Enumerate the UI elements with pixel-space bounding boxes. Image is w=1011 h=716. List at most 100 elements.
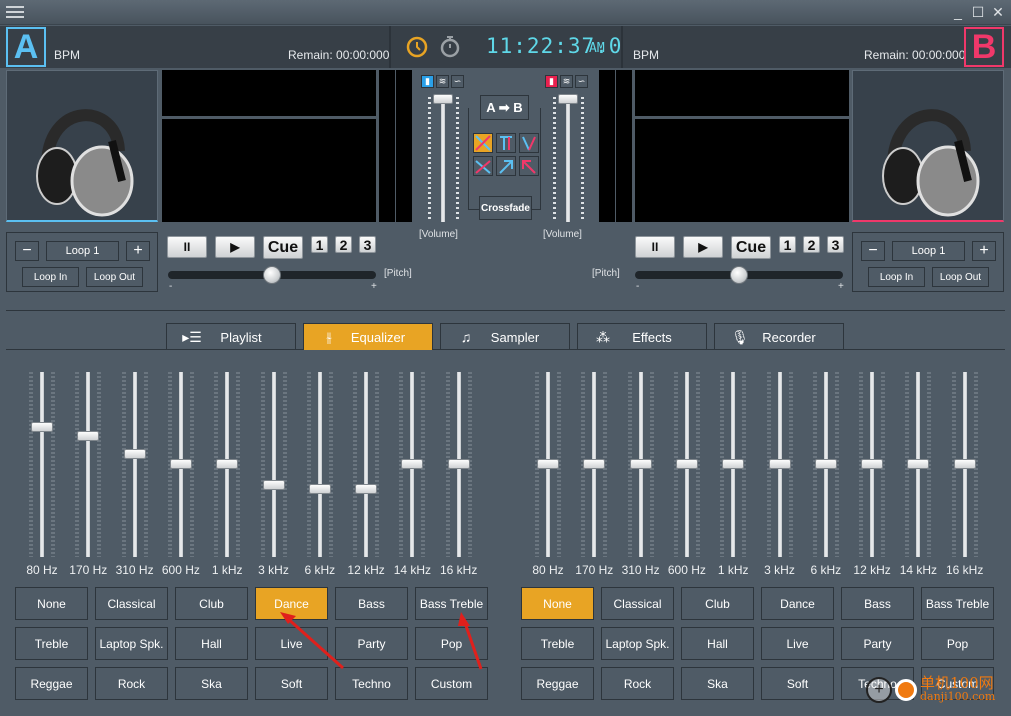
preset-a-ska[interactable]: Ska bbox=[175, 667, 248, 700]
preset-b-treble[interactable]: Treble bbox=[521, 627, 594, 660]
preset-a-none[interactable]: None bbox=[15, 587, 88, 620]
preset-b-live[interactable]: Live bbox=[761, 627, 834, 660]
preset-a-hall[interactable]: Hall bbox=[175, 627, 248, 660]
preset-a-party[interactable]: Party bbox=[335, 627, 408, 660]
deck-b-loop-plus[interactable]: + bbox=[972, 241, 996, 261]
deck-a-sync-icon[interactable]: ∽ bbox=[451, 75, 464, 88]
crossfade-curve-cross-icon[interactable] bbox=[473, 156, 493, 176]
eq-slider-b-9[interactable] bbox=[953, 458, 976, 469]
preset-a-classical[interactable]: Classical bbox=[95, 587, 168, 620]
preset-b-bass[interactable]: Bass bbox=[841, 587, 914, 620]
menu-icon[interactable] bbox=[6, 6, 24, 20]
eq-track-a-7[interactable] bbox=[364, 372, 369, 557]
deck-b-loop-out[interactable]: Loop Out bbox=[932, 267, 989, 287]
eq-slider-a-1[interactable] bbox=[77, 431, 100, 442]
deck-b-play-button[interactable]: ▶ bbox=[683, 236, 723, 258]
deck-a-loop-minus[interactable]: − bbox=[15, 241, 39, 261]
deck-b-sync-icon[interactable]: ∽ bbox=[575, 75, 588, 88]
volume-a-slider[interactable] bbox=[433, 94, 453, 104]
deck-a-cue-button[interactable]: Cue bbox=[263, 236, 303, 259]
preset-a-pop[interactable]: Pop bbox=[415, 627, 488, 660]
preset-a-custom[interactable]: Custom bbox=[415, 667, 488, 700]
deck-b-hotcue-3[interactable]: 3 bbox=[827, 236, 844, 253]
eq-slider-b-7[interactable] bbox=[861, 458, 884, 469]
preset-a-bass-treble[interactable]: Bass Treble bbox=[415, 587, 488, 620]
preset-a-rock[interactable]: Rock bbox=[95, 667, 168, 700]
preset-b-classical[interactable]: Classical bbox=[601, 587, 674, 620]
eq-track-a-2[interactable] bbox=[132, 372, 137, 557]
preset-b-laptop-spk[interactable]: Laptop Spk. bbox=[601, 627, 674, 660]
eq-track-a-0[interactable] bbox=[40, 372, 44, 557]
deck-a-loop-in[interactable]: Loop In bbox=[22, 267, 79, 287]
preset-b-club[interactable]: Club bbox=[681, 587, 754, 620]
preset-a-techno[interactable]: Techno bbox=[335, 667, 408, 700]
crossfade-curve-t-icon[interactable] bbox=[496, 133, 516, 153]
eq-slider-b-6[interactable] bbox=[814, 458, 837, 469]
deck-b-cue-button[interactable]: Cue bbox=[731, 236, 771, 259]
deck-a-loop-plus[interactable]: + bbox=[126, 241, 150, 261]
eq-slider-a-3[interactable] bbox=[169, 458, 192, 469]
eq-slider-b-5[interactable] bbox=[768, 458, 791, 469]
deck-b-waveform-icon[interactable]: ≋ bbox=[560, 75, 573, 88]
preset-b-bass-treble[interactable]: Bass Treble bbox=[921, 587, 994, 620]
deck-b-pause-button[interactable]: II bbox=[635, 236, 675, 258]
a-to-b-button[interactable]: A ➡ B bbox=[480, 95, 529, 120]
deck-b-pitch-knob[interactable] bbox=[730, 266, 748, 284]
eq-slider-b-2[interactable] bbox=[629, 458, 652, 469]
crossfade-curve-back-icon[interactable] bbox=[519, 156, 539, 176]
eq-slider-a-7[interactable] bbox=[355, 484, 378, 495]
deck-a-pitch-knob[interactable] bbox=[263, 266, 281, 284]
eq-slider-b-1[interactable] bbox=[583, 458, 606, 469]
deck-a-meter-bars-icon[interactable]: ▮ bbox=[421, 75, 434, 88]
tab-recorder[interactable]: 🎙 Recorder bbox=[714, 323, 844, 350]
eq-slider-b-4[interactable] bbox=[722, 458, 745, 469]
deck-a-hotcue-2[interactable]: 2 bbox=[335, 236, 352, 253]
deck-a-hotcue-3[interactable]: 3 bbox=[359, 236, 376, 253]
preset-b-party[interactable]: Party bbox=[841, 627, 914, 660]
eq-track-a-6[interactable] bbox=[317, 372, 322, 557]
volume-b-slider[interactable] bbox=[558, 94, 578, 104]
deck-b-loop-in[interactable]: Loop In bbox=[868, 267, 925, 287]
preset-b-soft[interactable]: Soft bbox=[761, 667, 834, 700]
stopwatch-icon[interactable] bbox=[439, 34, 461, 58]
eq-slider-a-9[interactable] bbox=[447, 458, 470, 469]
tab-effects[interactable]: ⁂ Effects bbox=[577, 323, 707, 350]
deck-a-overview-waveform[interactable] bbox=[162, 70, 376, 116]
eq-slider-b-0[interactable] bbox=[537, 458, 559, 469]
crossfade-curve-v-icon[interactable] bbox=[519, 133, 539, 153]
preset-b-none[interactable]: None bbox=[521, 587, 594, 620]
deck-b-loop-minus[interactable]: − bbox=[861, 241, 885, 261]
deck-a-hotcue-1[interactable]: 1 bbox=[311, 236, 328, 253]
preset-b-pop[interactable]: Pop bbox=[921, 627, 994, 660]
preset-a-bass[interactable]: Bass bbox=[335, 587, 408, 620]
deck-b-overview-waveform[interactable] bbox=[635, 70, 849, 116]
tab-equalizer[interactable]: ⫳ Equalizer bbox=[303, 323, 433, 350]
eq-slider-a-8[interactable] bbox=[401, 458, 424, 469]
eq-slider-a-4[interactable] bbox=[216, 458, 239, 469]
eq-slider-a-2[interactable] bbox=[123, 449, 146, 460]
deck-a-loop-out[interactable]: Loop Out bbox=[86, 267, 143, 287]
clock-icon[interactable] bbox=[406, 36, 428, 58]
preset-a-treble[interactable]: Treble bbox=[15, 627, 88, 660]
eq-slider-a-0[interactable] bbox=[31, 421, 53, 432]
eq-slider-b-8[interactable] bbox=[907, 458, 930, 469]
preset-a-reggae[interactable]: Reggae bbox=[15, 667, 88, 700]
tab-playlist[interactable]: ▸☰ Playlist bbox=[166, 323, 296, 350]
preset-b-rock[interactable]: Rock bbox=[601, 667, 674, 700]
crossfade-curve-up-icon[interactable] bbox=[496, 156, 516, 176]
deck-a-play-button[interactable]: ▶ bbox=[215, 236, 255, 258]
preset-a-soft[interactable]: Soft bbox=[255, 667, 328, 700]
eq-track-a-5[interactable] bbox=[271, 372, 276, 557]
preset-a-live[interactable]: Live bbox=[255, 627, 328, 660]
preset-a-club[interactable]: Club bbox=[175, 587, 248, 620]
eq-slider-a-6[interactable] bbox=[308, 484, 331, 495]
deck-a-waveform[interactable] bbox=[162, 119, 376, 222]
deck-a-waveform-icon[interactable]: ≋ bbox=[436, 75, 449, 88]
crossfade-curve-x-icon[interactable] bbox=[473, 133, 493, 153]
preset-a-laptop-spk[interactable]: Laptop Spk. bbox=[95, 627, 168, 660]
eq-slider-a-5[interactable] bbox=[262, 480, 285, 491]
deck-a-pause-button[interactable]: II bbox=[167, 236, 207, 258]
deck-b-loop-select[interactable]: Loop 1 bbox=[892, 241, 965, 261]
preset-b-hall[interactable]: Hall bbox=[681, 627, 754, 660]
volume-a-track[interactable] bbox=[441, 97, 445, 222]
